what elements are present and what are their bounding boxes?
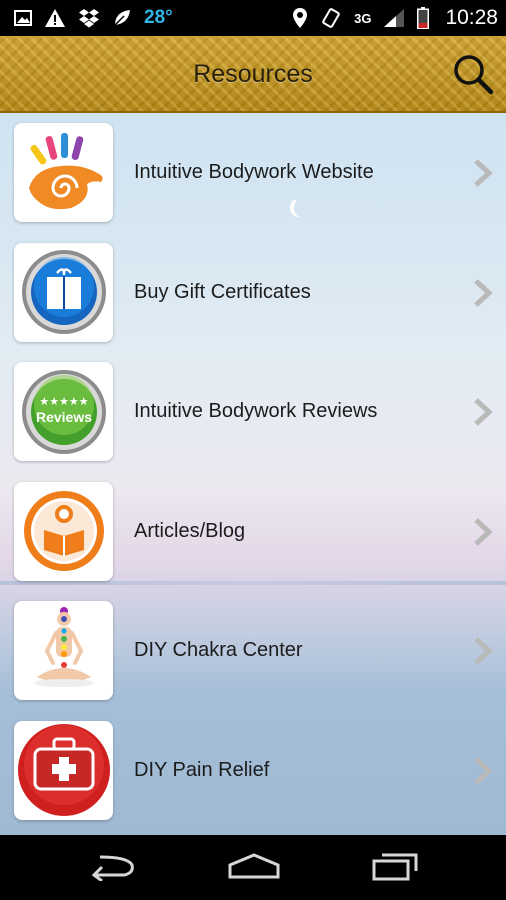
clock-text: 10:28 [445, 6, 498, 29]
warning-icon [44, 8, 66, 28]
list-item[interactable]: DIY Chakra Center [0, 591, 506, 711]
list-item-label: Articles/Blog [134, 519, 246, 542]
list-item[interactable]: Articles/Blog [0, 472, 506, 592]
page-title: Resources [193, 60, 313, 88]
home-button[interactable] [226, 851, 282, 886]
meditating-figure-icon [14, 601, 113, 700]
title-bar: Resources [0, 36, 506, 113]
list-item[interactable]: DIY Pain Relief [0, 711, 506, 831]
hand-spiral-icon [14, 123, 113, 222]
vibrate-icon [320, 7, 342, 29]
status-bar: 28° 3G 10:28 [0, 0, 506, 36]
list-item[interactable]: Intuitive Bodywork Website [0, 113, 506, 233]
resources-list: Intuitive Bodywork Website Buy Gift Cert… [0, 113, 506, 830]
image-icon [14, 10, 32, 26]
recent-apps-icon [372, 853, 418, 881]
first-aid-kit-icon [14, 720, 113, 820]
list-item[interactable]: Buy Gift Certificates [0, 233, 506, 353]
list-item-label: Buy Gift Certificates [134, 280, 311, 303]
chevron-right-icon [474, 756, 493, 785]
list-item[interactable]: ★★★★★ Reviews Intuitive Bodywork Reviews [0, 352, 506, 472]
battery-icon [417, 7, 430, 29]
temperature-text: 28° [144, 7, 173, 28]
search-icon [454, 55, 494, 95]
chevron-right-icon [474, 517, 493, 546]
dropbox-icon [78, 8, 100, 28]
network-type-text: 3G [354, 10, 372, 26]
list-item-label: DIY Pain Relief [134, 758, 270, 781]
home-icon [228, 853, 280, 879]
resources-list-area[interactable]: Intuitive Bodywork Website Buy Gift Cert… [0, 113, 506, 835]
chevron-right-icon [474, 159, 493, 187]
list-item-label: Intuitive Bodywork Website [134, 161, 374, 184]
back-button[interactable] [88, 851, 138, 886]
list-item-label: DIY Chakra Center [134, 639, 303, 662]
reading-person-icon [14, 481, 113, 581]
location-icon [292, 7, 308, 29]
reviews-badge-icon: ★★★★★ Reviews [14, 362, 113, 461]
signal-icon [383, 8, 405, 28]
reviews-badge-text: Reviews [35, 409, 91, 425]
gift-book-icon [14, 242, 113, 342]
list-item-label: Intuitive Bodywork Reviews [134, 400, 378, 423]
recent-apps-button[interactable] [370, 851, 420, 886]
svg-text:★★★★★: ★★★★★ [39, 395, 88, 408]
navigation-bar [0, 835, 506, 900]
chevron-right-icon [474, 398, 493, 426]
chevron-right-icon [474, 278, 493, 307]
back-icon [91, 855, 134, 883]
leaf-icon [112, 8, 132, 28]
chevron-right-icon [474, 637, 493, 665]
search-button[interactable] [452, 53, 494, 95]
